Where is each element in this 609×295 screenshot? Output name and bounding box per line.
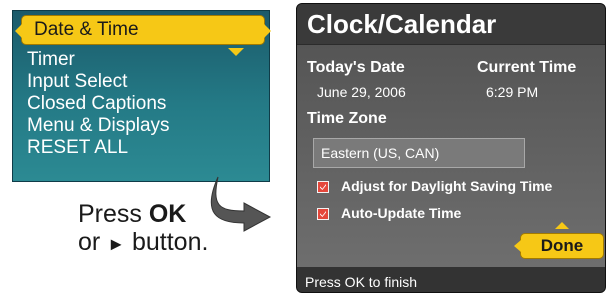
right-triangle-icon: ► (107, 234, 126, 254)
current-time-value[interactable]: 6:29 PM (486, 84, 538, 100)
clock-calendar-panel: Clock/Calendar Today's Date Current Time… (296, 3, 606, 293)
left-arrow-icon (514, 240, 521, 252)
instruction-press: Press (78, 200, 142, 228)
menu-item-input-select[interactable]: Input Select (27, 71, 127, 93)
footer-hint: Press OK to finish (305, 274, 418, 290)
menu-item-reset-all[interactable]: RESET ALL (27, 137, 128, 159)
panel-title-bar: Clock/Calendar (297, 4, 605, 44)
instruction-caption: Press OK or ► button. (78, 200, 208, 258)
down-arrow-icon (228, 48, 244, 56)
instruction-button: button. (131, 228, 209, 256)
menu-item-menu-displays[interactable]: Menu & Displays (27, 115, 170, 137)
todays-date-value[interactable]: June 29, 2006 (317, 84, 406, 100)
menu-item-label: Date & Time (34, 19, 139, 40)
right-arrow-icon (264, 24, 271, 38)
instruction-ok: OK (148, 200, 187, 228)
instruction-line2: or ► button. (78, 228, 208, 258)
auto-update-label: Auto-Update Time (341, 205, 462, 221)
todays-date-label: Today's Date (307, 59, 405, 76)
instruction-or: or (78, 228, 101, 256)
left-arrow-icon (15, 24, 22, 38)
panel-footer: Press OK to finish (297, 267, 605, 292)
curved-arrow-icon (210, 176, 272, 232)
menu-item-timer[interactable]: Timer (27, 49, 75, 71)
up-arrow-icon (555, 222, 569, 229)
menu-item-closed-captions[interactable]: Closed Captions (27, 93, 166, 115)
daylight-saving-checkbox[interactable] (317, 181, 329, 193)
settings-menu: Date & Time Timer Input Select Closed Ca… (12, 10, 271, 182)
time-zone-label: Time Zone (307, 110, 387, 127)
done-button[interactable]: Done (514, 233, 604, 259)
auto-update-checkbox[interactable] (317, 208, 329, 220)
time-zone-select[interactable]: Eastern (US, CAN) (313, 138, 525, 168)
daylight-saving-label: Adjust for Daylight Saving Time (341, 178, 553, 194)
current-time-label: Current Time (477, 59, 577, 76)
panel-title: Clock/Calendar (307, 9, 497, 39)
done-button-label: Done (540, 236, 584, 255)
menu-item-date-time[interactable]: Date & Time (15, 15, 271, 45)
